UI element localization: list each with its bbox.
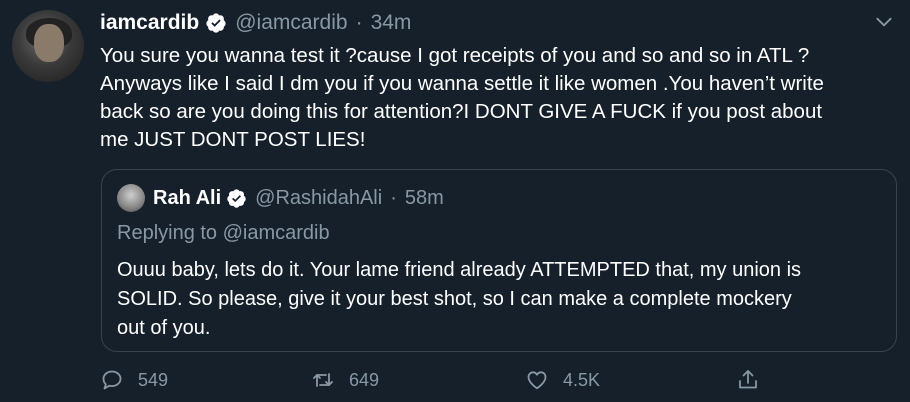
timestamp[interactable]: 34m <box>371 11 412 35</box>
quoted-tweet-header: Rah Ali @RashidahAli · 58m <box>117 184 444 212</box>
tweet-header: iamcardib @iamcardib · 34m <box>100 9 411 37</box>
reply-count: 549 <box>138 369 169 390</box>
separator-dot: · <box>355 11 363 34</box>
avatar-face <box>34 24 64 62</box>
quoted-display-name: Rah Ali <box>153 186 222 209</box>
like-count: 4.5K <box>563 369 601 390</box>
heart-icon <box>527 371 547 390</box>
handle[interactable]: @iamcardib <box>235 11 347 35</box>
quoted-tweet-text: Ouuu baby, lets do it. Your lame friend … <box>117 259 802 339</box>
share-button[interactable] <box>736 368 774 392</box>
quoted-handle: @RashidahAli <box>255 186 383 209</box>
quoted-tweet[interactable]: Rah Ali @RashidahAli · 58m Replying to @… <box>101 169 897 352</box>
separator-dot: · <box>390 186 397 209</box>
reply-icon <box>102 370 122 390</box>
retweet-button[interactable]: 649 <box>311 368 379 392</box>
chevron-down-icon[interactable] <box>874 12 894 32</box>
retweet-icon <box>313 373 333 387</box>
replying-to: Replying to @iamcardib <box>117 222 330 244</box>
tweet-text: You sure you wanna test it ?cause I got … <box>100 44 824 151</box>
verified-badge-icon <box>227 188 246 208</box>
avatar[interactable] <box>12 10 84 82</box>
action-bar: 549 649 4.5K <box>100 368 760 396</box>
reply-button[interactable]: 549 <box>100 368 168 392</box>
retweet-count: 649 <box>349 369 380 390</box>
verified-badge-icon <box>206 13 226 33</box>
like-button[interactable]: 4.5K <box>525 368 600 392</box>
display-name[interactable]: iamcardib <box>100 11 199 35</box>
quoted-avatar <box>117 184 145 212</box>
share-icon <box>739 370 757 389</box>
quoted-timestamp: 58m <box>404 186 444 209</box>
